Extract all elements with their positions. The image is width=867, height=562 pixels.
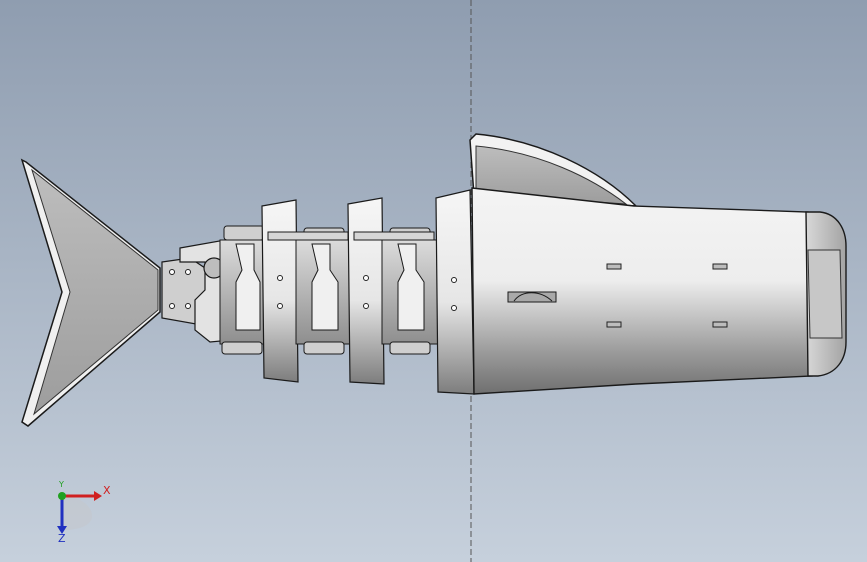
body-slot (712, 321, 728, 328)
body-ring-1 (261, 199, 299, 383)
y-axis-dot (58, 492, 66, 500)
fish-robot-model[interactable] (0, 0, 867, 562)
x-axis-label: X (103, 484, 111, 497)
flange-hole-top (451, 277, 457, 283)
ring-1-hole-top (277, 275, 283, 281)
z-axis-label: Z (58, 532, 66, 545)
y-axis-label: Y (59, 480, 64, 489)
cad-viewport[interactable]: X Y Z (0, 0, 867, 562)
ring-2-hole-top (363, 275, 369, 281)
caudal-fin[interactable] (20, 158, 161, 427)
body-slot (606, 321, 622, 328)
flange-hole-bottom (451, 305, 457, 311)
body-ring-2 (347, 197, 385, 385)
ring-1-hole-bottom (277, 303, 283, 309)
nose-cap[interactable] (805, 211, 847, 377)
ring-2-hole-bottom (363, 303, 369, 309)
joint-segment-1[interactable] (219, 225, 267, 355)
coordinate-triad: X Y Z (50, 480, 120, 552)
x-axis-head (94, 491, 102, 501)
body-slot (712, 263, 728, 270)
side-window[interactable] (507, 291, 557, 303)
body-slot (606, 263, 622, 270)
main-body-shell (471, 187, 813, 395)
body-flange (435, 189, 475, 395)
